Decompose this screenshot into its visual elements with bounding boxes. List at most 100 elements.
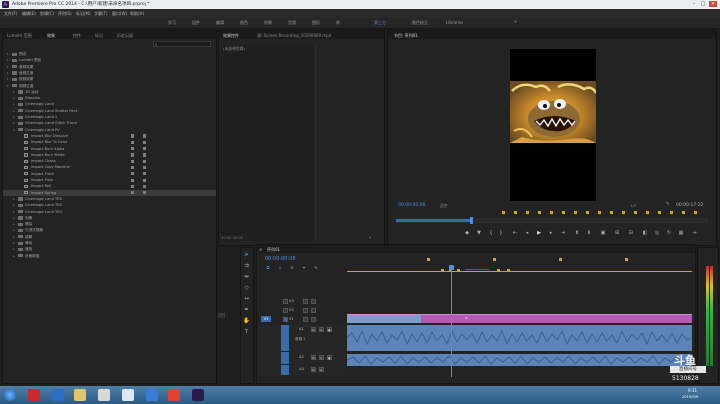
workspace-color-correction[interactable]: 颜色校正: [412, 20, 428, 26]
work-area-bar[interactable]: [347, 271, 692, 272]
taskbar-premiere-icon[interactable]: [192, 389, 204, 401]
track-select-icon[interactable]: ⇉: [243, 263, 250, 270]
menu-marker[interactable]: 标记(M): [76, 11, 91, 17]
menu-edit[interactable]: 编辑(E): [22, 11, 36, 17]
razor-icon[interactable]: ◇: [243, 285, 250, 292]
a3-mute-icon[interactable]: M: [311, 367, 316, 372]
snap-icon[interactable]: ∩: [277, 265, 283, 271]
menu-clip[interactable]: 剪辑(C): [40, 11, 54, 17]
playhead-handle[interactable]: [448, 265, 454, 270]
video-clip-segment[interactable]: [421, 314, 441, 323]
export-frame-icon[interactable]: ▣: [600, 230, 606, 236]
audio-clip-a2[interactable]: [347, 354, 692, 366]
v3-sync-icon[interactable]: [303, 299, 308, 304]
a3-target-icon[interactable]: [281, 365, 289, 375]
a1-target-icon[interactable]: [281, 325, 289, 351]
taskbar-app-icon[interactable]: [98, 389, 110, 401]
tab-markers[interactable]: 标记: [95, 33, 103, 39]
workspace-audio[interactable]: 音频: [288, 20, 296, 26]
go-to-out-icon[interactable]: }: [498, 230, 504, 236]
workspace-editing[interactable]: 编辑: [216, 20, 224, 26]
resolution-dropdown[interactable]: 1/2: [630, 203, 636, 208]
taskbar-folder-icon[interactable]: [74, 389, 86, 401]
slip-icon[interactable]: ↔: [243, 296, 250, 303]
close-sequence-icon[interactable]: ✕: [259, 247, 262, 252]
taskbar-browser-icon[interactable]: [52, 389, 64, 401]
v3-lock-icon[interactable]: [283, 299, 288, 304]
workspace-library[interactable]: 库: [336, 20, 340, 26]
multi-camera-icon[interactable]: ▦: [678, 230, 684, 236]
v1-sync-icon[interactable]: [303, 317, 308, 322]
taskbar-app-icon[interactable]: [122, 389, 134, 401]
program-scrub-bar[interactable]: [396, 217, 708, 224]
tab-sequence[interactable]: 序列01: [267, 247, 280, 253]
taskbar-app-icon[interactable]: [168, 389, 180, 401]
tab-history[interactable]: 历史记录: [117, 33, 133, 39]
vr-video-icon[interactable]: ◎: [654, 230, 660, 236]
extract-icon[interactable]: ⬇: [586, 230, 592, 236]
effect-folder[interactable]: ▸ 页面剥落: [3, 253, 216, 259]
audio-clip-a1[interactable]: [347, 325, 692, 351]
v2-lock-icon[interactable]: [283, 308, 288, 313]
v1-target-icon[interactable]: [283, 317, 288, 322]
video-clip-segment[interactable]: [641, 314, 692, 323]
video-clip-segment[interactable]: [591, 314, 641, 323]
workspace-effects[interactable]: 效果: [264, 20, 272, 26]
mark-in-icon[interactable]: ◆: [464, 230, 470, 236]
a1-voiceover-icon[interactable]: ●: [327, 327, 332, 332]
hand-icon[interactable]: ✋: [243, 318, 250, 325]
step-forward-icon[interactable]: ▸: [548, 230, 554, 236]
menu-file[interactable]: 文件(F): [4, 11, 17, 17]
workspace-color[interactable]: 颜色: [240, 20, 248, 26]
a2-solo-icon[interactable]: S: [319, 355, 324, 360]
v1-source-patch[interactable]: V1: [261, 316, 271, 322]
program-timecode[interactable]: 00:00:00:08: [398, 203, 425, 208]
go-to-out-point-icon[interactable]: ⇥: [560, 230, 566, 236]
menu-help[interactable]: 帮助(H): [130, 11, 144, 17]
comparison-view-icon[interactable]: ◧: [642, 230, 648, 236]
loop-icon[interactable]: ↻: [666, 230, 672, 236]
workspace-assembly[interactable]: 组件: [192, 20, 200, 26]
taskbar-app-icon[interactable]: [28, 389, 40, 401]
menu-window[interactable]: 窗口(W): [112, 11, 127, 17]
taskbar-app-icon[interactable]: [146, 389, 158, 401]
tab-lumetri-scopes[interactable]: Lumetri 范围: [7, 33, 32, 39]
workspace-graphics[interactable]: 图形: [312, 20, 320, 26]
tab-effects[interactable]: 效果: [47, 33, 55, 39]
timeline-timecode[interactable]: 00:00:00:08: [265, 256, 296, 262]
tab-controls[interactable]: 控件: [73, 33, 81, 39]
effects-search-field[interactable]: ⌕: [153, 41, 211, 48]
tab-program[interactable]: 节目: 序列01: [394, 33, 418, 39]
linked-selection-icon[interactable]: ⊘: [289, 265, 295, 271]
a2-voiceover-icon[interactable]: ●: [327, 355, 332, 360]
mark-out-icon[interactable]: ▼: [476, 230, 482, 236]
selection-tool-icon[interactable]: ➤: [243, 252, 250, 259]
program-playhead[interactable]: [469, 217, 473, 224]
go-to-in-icon[interactable]: {: [488, 230, 494, 236]
a1-mute-icon[interactable]: M: [311, 327, 316, 332]
type-icon[interactable]: T: [243, 329, 250, 336]
v1-eye-icon[interactable]: [311, 317, 316, 322]
minimize-button[interactable]: –: [690, 1, 698, 7]
close-button[interactable]: ✕: [709, 1, 717, 7]
add-marker-icon[interactable]: ▾: [301, 265, 307, 271]
a2-target-icon[interactable]: [281, 352, 289, 364]
settings-wrench-icon[interactable]: ✎: [666, 202, 670, 207]
timeline-settings-icon[interactable]: ✎: [313, 265, 319, 271]
timeline-playhead[interactable]: [448, 265, 454, 377]
workspace-third-party[interactable]: 第三方: [374, 20, 386, 26]
lift-icon[interactable]: ⬆: [574, 230, 580, 236]
menu-title[interactable]: 字幕(T): [94, 11, 108, 17]
workspace-more-icon[interactable]: »: [514, 19, 517, 25]
ripple-edit-icon[interactable]: ⇹: [243, 274, 250, 281]
add-button-icon[interactable]: +: [692, 230, 698, 236]
nest-icon[interactable]: ⧉: [265, 265, 271, 271]
effect-controls-filter-icon[interactable]: ▾: [369, 235, 371, 240]
a3-solo-icon[interactable]: S: [319, 367, 324, 372]
video-clip-segment[interactable]: [347, 314, 421, 323]
a2-mute-icon[interactable]: M: [311, 355, 316, 360]
fit-dropdown[interactable]: 适合: [440, 203, 448, 209]
a1-solo-icon[interactable]: S: [319, 327, 324, 332]
menu-sequence[interactable]: 序列(S): [58, 11, 72, 17]
time-ruler[interactable]: [347, 254, 692, 276]
